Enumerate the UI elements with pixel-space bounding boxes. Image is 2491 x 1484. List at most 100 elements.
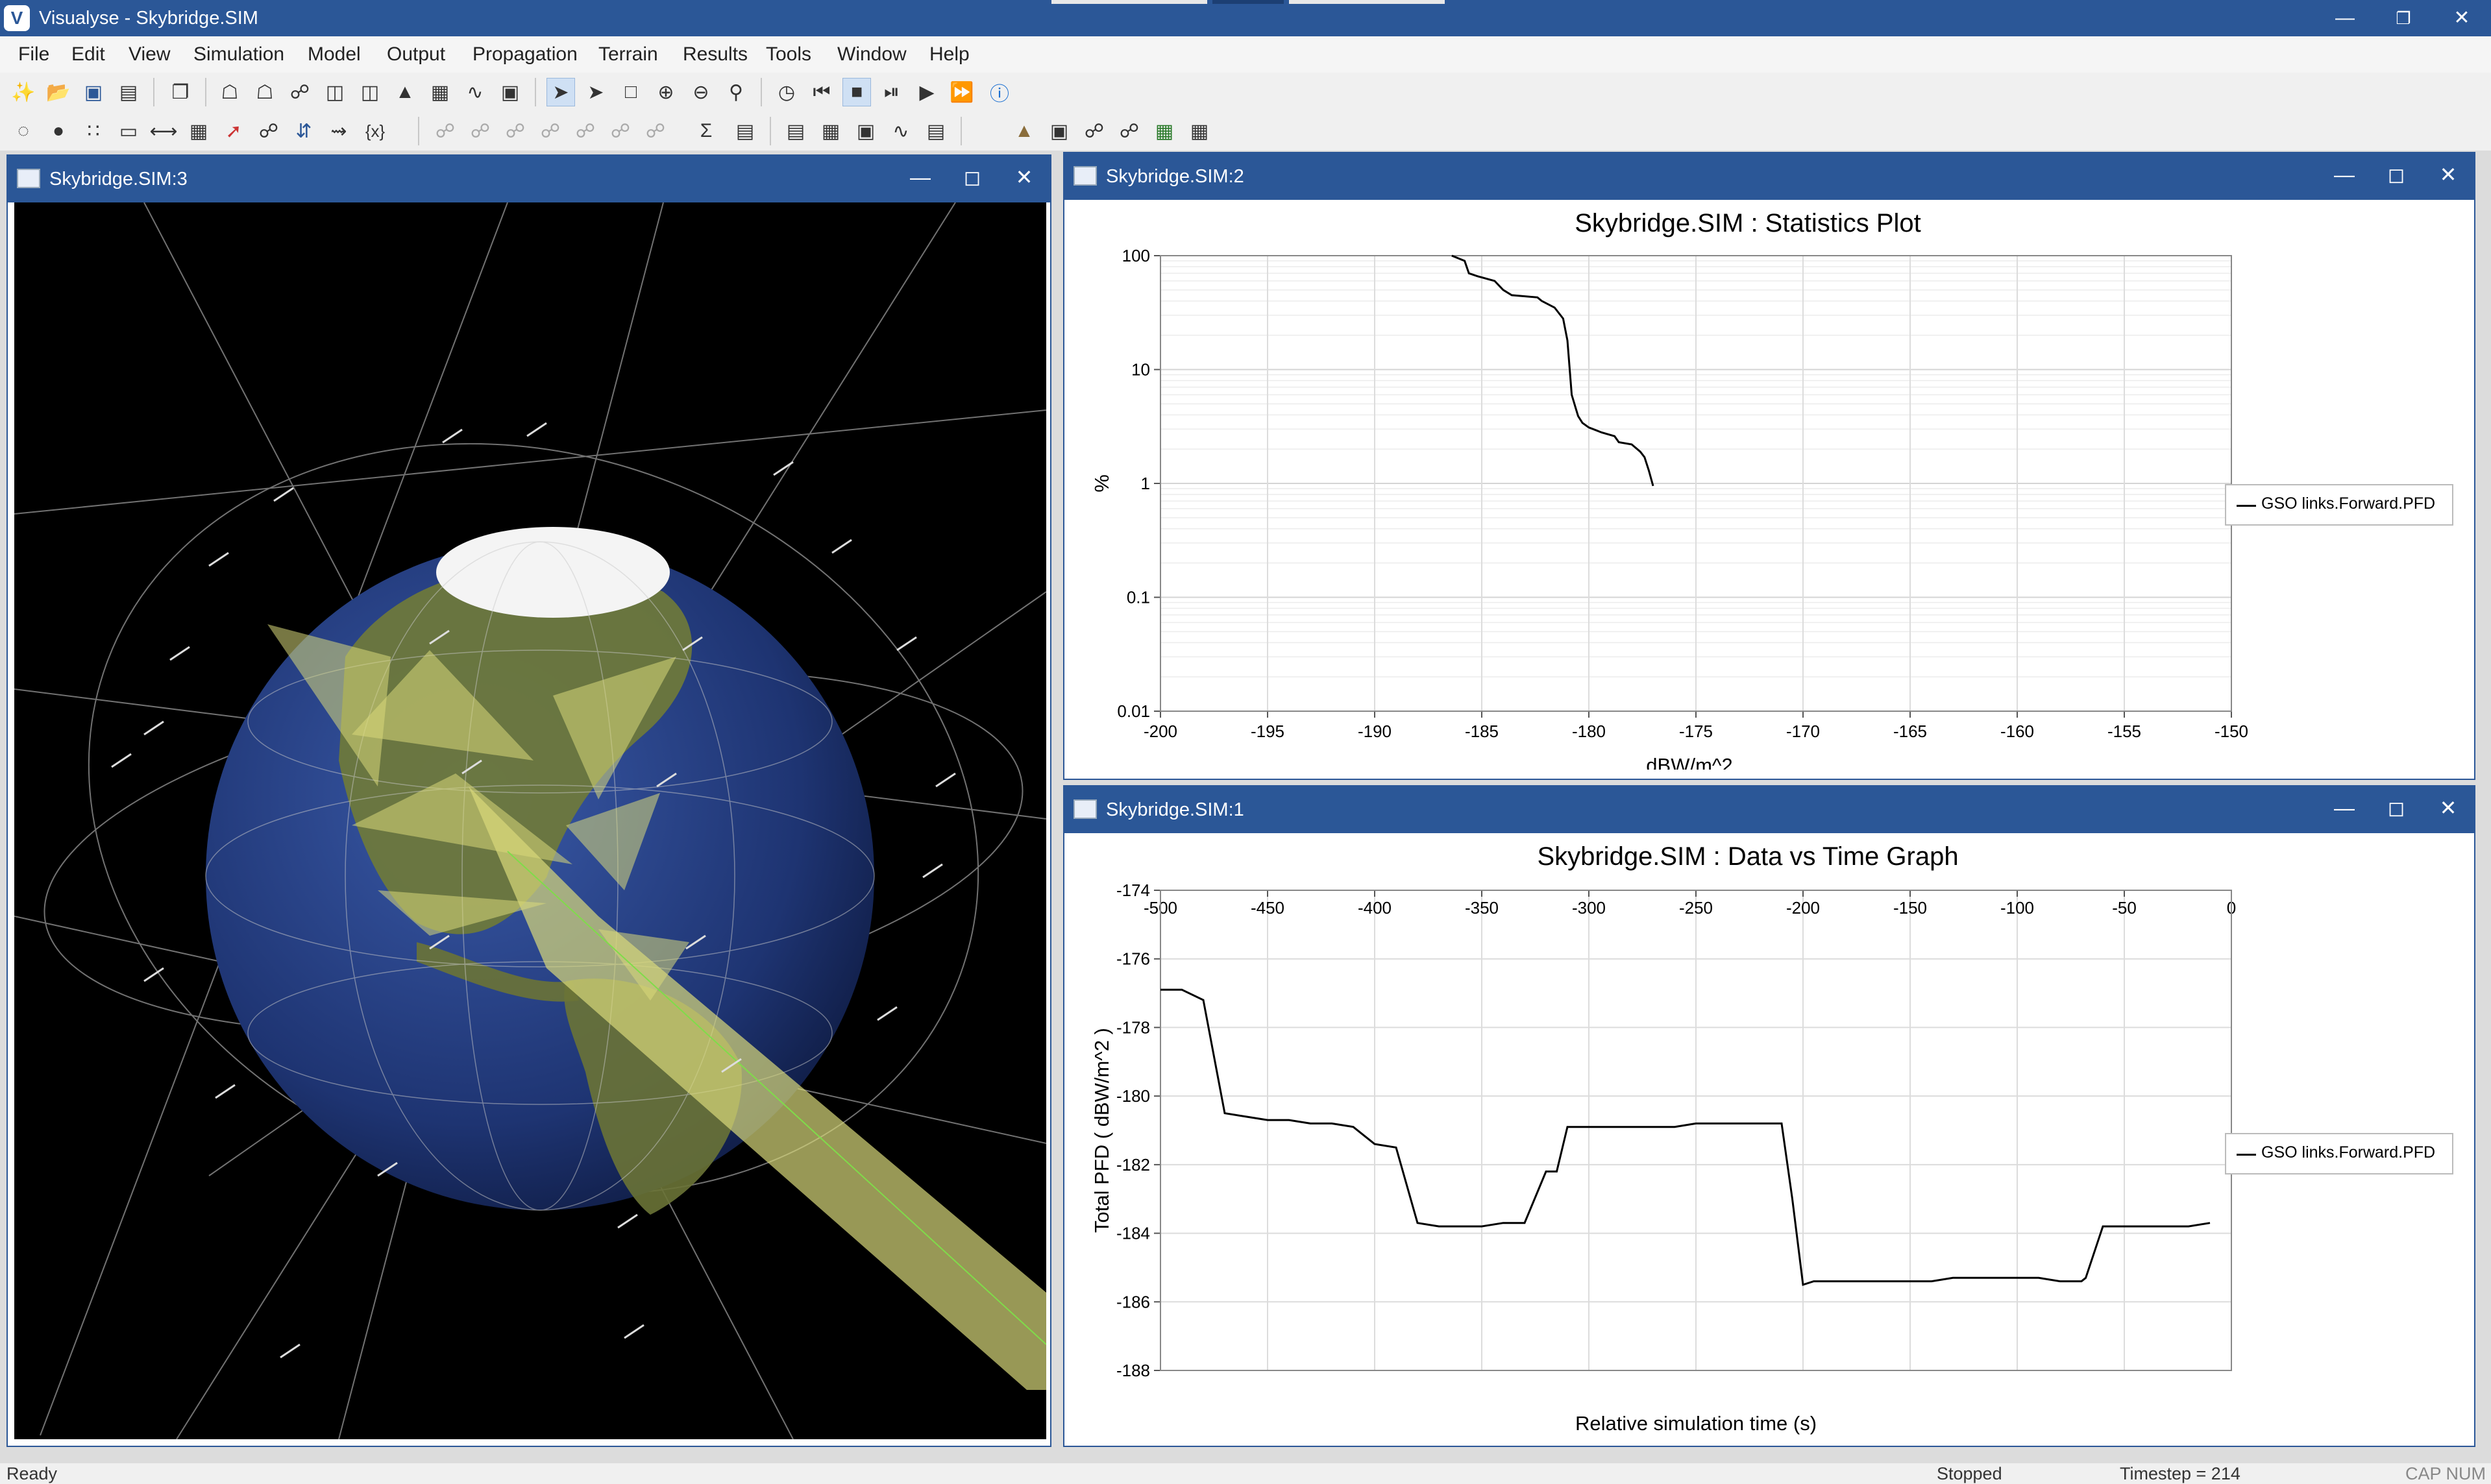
path-tool-icon[interactable]: ☍ (1115, 117, 1144, 145)
fast-forward-icon[interactable]: ⏩ (948, 78, 976, 106)
menu-view[interactable]: View (129, 36, 170, 73)
range-icon[interactable]: ▦ (184, 117, 213, 145)
close-icon[interactable]: ✕ (2433, 0, 2491, 36)
time-plot-area: Skybridge.SIM : Data vs Time Graph -174-… (1076, 834, 2465, 1438)
interference-icon[interactable]: ◫ (356, 78, 384, 106)
open-file-icon[interactable]: 📂 (44, 78, 73, 106)
clock-icon[interactable]: ◷ (772, 78, 801, 106)
stats-window-icon[interactable]: ▤ (922, 117, 950, 145)
menu-propagation[interactable]: Propagation (472, 36, 578, 73)
routing-icon[interactable]: ⇝ (325, 117, 353, 145)
zoom-out-icon[interactable]: ⊖ (687, 78, 715, 106)
minimize-icon[interactable]: — (2318, 786, 2370, 833)
x-tick-label: -160 (2000, 722, 2034, 741)
x-tick-label: -400 (1358, 898, 1392, 918)
menu-results[interactable]: Results (683, 36, 748, 73)
menu-output[interactable]: Output (387, 36, 445, 73)
time-graph-icon[interactable]: ∿ (887, 117, 915, 145)
info-icon[interactable]: ⓘ (985, 78, 1014, 106)
maximize-icon[interactable]: ◻ (2370, 786, 2422, 833)
terrain-tool-icon[interactable]: ▲ (1010, 117, 1038, 145)
menu-edit[interactable]: Edit (71, 36, 105, 73)
new-file-icon[interactable]: ✨ (9, 78, 38, 106)
menu-tools[interactable]: Tools (766, 36, 811, 73)
ruler-icon[interactable]: ▭ (114, 117, 143, 145)
close-icon[interactable]: ✕ (2422, 786, 2474, 833)
globe-window-caption[interactable]: Skybridge.SIM:3 — ◻ ✕ (8, 156, 1050, 202)
disabled-tool-icon: ☍ (610, 120, 631, 142)
save-icon[interactable]: ▣ (79, 78, 108, 106)
time-graph-window[interactable]: Skybridge.SIM:1 — ◻ ✕ Skybridge.SIM : Da… (1063, 785, 2475, 1447)
zoom-in-icon[interactable]: ⊕ (652, 78, 680, 106)
minimize-icon[interactable]: — (894, 156, 946, 202)
maximize-icon[interactable]: ◻ (946, 156, 998, 202)
globe-window[interactable]: Skybridge.SIM:3 — ◻ ✕ (6, 154, 1051, 1447)
group-icon[interactable]: ◫ (321, 78, 349, 106)
sum-icon[interactable]: Σ (692, 117, 720, 145)
broadcast-icon[interactable]: ◌ (9, 117, 38, 145)
point-icon[interactable]: ● (44, 117, 73, 145)
save-all-icon[interactable]: ▤ (114, 78, 143, 106)
x-tick-label: -195 (1251, 722, 1284, 741)
x-tick-label: -350 (1465, 898, 1499, 918)
display-icon[interactable]: ▣ (496, 78, 524, 106)
table-icon[interactable]: ▦ (426, 78, 454, 106)
y-tick-label: 0.01 (1117, 701, 1150, 721)
select-pointer-icon[interactable]: ➤ (546, 78, 575, 106)
swap-icon[interactable]: ⇵ (289, 117, 318, 145)
marquee-select-icon[interactable]: □ (617, 78, 645, 106)
graph-icon[interactable]: ∿ (461, 78, 489, 106)
zoom-fit-icon[interactable]: ⚲ (722, 78, 750, 106)
report-icon[interactable]: ▤ (731, 117, 759, 145)
vector-icon[interactable]: ➚ (219, 117, 248, 145)
stop-icon[interactable]: ■ (842, 78, 871, 106)
x-tick-label: -450 (1251, 898, 1284, 918)
terrain-icon[interactable]: ▲ (391, 78, 419, 106)
restore-icon[interactable]: ❐ (2374, 0, 2433, 36)
menu-window[interactable]: Window (837, 36, 907, 73)
menu-file[interactable]: File (18, 36, 49, 73)
pointer-plus-icon[interactable]: ➤ (582, 78, 610, 106)
disabled-tool-icon: ☍ (575, 120, 596, 142)
play-icon[interactable]: ▶ (913, 78, 941, 106)
statistics-window[interactable]: Skybridge.SIM:2 — ◻ ✕ Skybridge.SIM : St… (1063, 152, 2475, 780)
minimize-icon[interactable]: — (2318, 153, 2370, 200)
y-tick-label: 100 (1122, 246, 1150, 265)
copy-icon[interactable]: ❐ (166, 78, 195, 106)
grid-chart-icon[interactable]: ▦ (1185, 117, 1214, 145)
menu-help[interactable]: Help (929, 36, 970, 73)
y-tick-label: -174 (1116, 881, 1150, 900)
maximize-icon[interactable]: ◻ (2370, 153, 2422, 200)
map-window-icon[interactable]: ▣ (852, 117, 880, 145)
x-tick-label: -200 (1144, 722, 1177, 741)
antenna-icon[interactable]: ☖ (251, 78, 279, 106)
coverage-icon[interactable]: ▣ (1045, 117, 1074, 145)
grid-add-icon[interactable]: ▦ (1150, 117, 1179, 145)
statistics-window-caption[interactable]: Skybridge.SIM:2 — ◻ ✕ (1064, 153, 2474, 200)
station-icon[interactable]: ☖ (215, 78, 244, 106)
variables-icon[interactable]: {x} (361, 117, 389, 145)
network-icon[interactable]: ☍ (254, 117, 283, 145)
close-icon[interactable]: ✕ (998, 156, 1050, 202)
distance-icon[interactable]: ⟷ (149, 117, 178, 145)
rewind-icon[interactable]: ⏮ (807, 78, 836, 106)
statistics-window-title: Skybridge.SIM:2 (1106, 166, 1244, 187)
close-icon[interactable]: ✕ (2422, 153, 2474, 200)
scatter-points-icon[interactable]: ∷ (79, 117, 108, 145)
menu-simulation[interactable]: Simulation (193, 36, 284, 73)
graph-window-icon (1074, 799, 1097, 819)
link-icon[interactable]: ☍ (286, 78, 314, 106)
x-tick-label: -165 (1893, 722, 1927, 741)
table-window-icon[interactable]: ▦ (816, 117, 845, 145)
menu-model[interactable]: Model (308, 36, 361, 73)
menu-terrain[interactable]: Terrain (598, 36, 658, 73)
chart-window-icon[interactable]: ▤ (781, 117, 810, 145)
y-tick-label: 0.1 (1127, 588, 1150, 607)
y-tick-label: -180 (1116, 1086, 1150, 1106)
minimize-icon[interactable]: — (2316, 0, 2374, 36)
globe-view[interactable] (14, 202, 1046, 1439)
y-axis-label: % (1090, 474, 1113, 493)
time-graph-window-caption[interactable]: Skybridge.SIM:1 — ◻ ✕ (1064, 786, 2474, 833)
path-profile-icon[interactable]: ☍ (1080, 117, 1109, 145)
step-icon[interactable]: ⏯ (877, 78, 906, 106)
